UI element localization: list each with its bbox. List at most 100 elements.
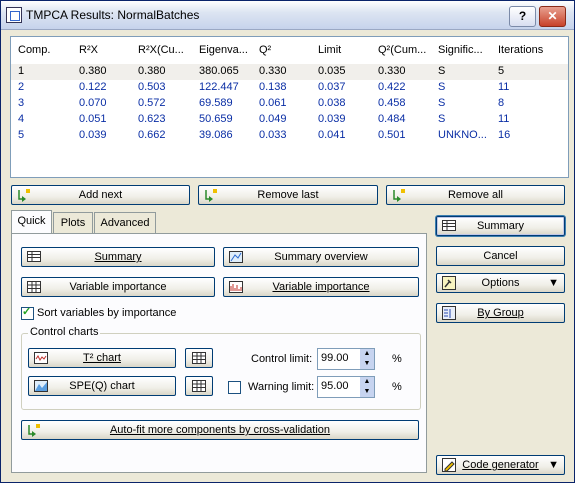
table-row[interactable]: 2 0.122 0.503 122.447 0.138 0.037 0.422 … bbox=[11, 80, 568, 96]
column-header[interactable]: Limit bbox=[318, 44, 341, 56]
table-cell: 0.070 bbox=[79, 97, 107, 109]
table-cell: UNKNO... bbox=[438, 129, 487, 141]
table-cell: 0.138 bbox=[259, 81, 287, 93]
table-cell: 0.380 bbox=[138, 65, 166, 77]
table-cell: 0.049 bbox=[259, 113, 287, 125]
table-cell: 0.503 bbox=[138, 81, 166, 93]
warning-limit-checkbox[interactable] bbox=[228, 381, 241, 394]
table-cell: 0.051 bbox=[79, 113, 107, 125]
add-component-icon bbox=[18, 189, 30, 202]
area-chart-icon bbox=[34, 380, 48, 392]
table-cell: 1 bbox=[18, 65, 25, 77]
table-cell: 0.039 bbox=[318, 113, 346, 125]
table-cell: 0.038 bbox=[318, 97, 346, 109]
spin-up-icon[interactable]: ▲ bbox=[360, 349, 374, 359]
grid-icon bbox=[192, 352, 206, 364]
window-title: TMPCA Results: NormalBatches bbox=[26, 8, 200, 22]
table-icon bbox=[442, 220, 456, 231]
results-window: TMPCA Results: NormalBatches ? ✕ Comp. R… bbox=[0, 0, 575, 483]
table-cell: 0.380 bbox=[79, 65, 107, 77]
table-cell: S bbox=[438, 97, 446, 109]
table-cell: 50.659 bbox=[199, 113, 233, 125]
table-cell: 39.086 bbox=[199, 129, 233, 141]
table-cell: 0.662 bbox=[138, 129, 166, 141]
table-cell: 5 bbox=[498, 65, 505, 77]
group-icon bbox=[442, 306, 456, 320]
table-cell: 0.122 bbox=[79, 81, 107, 93]
column-header[interactable]: Q²(Cum... bbox=[378, 44, 426, 56]
table-cell: 0.330 bbox=[259, 65, 287, 77]
variable-importance-table-button[interactable]: Variable importance bbox=[21, 277, 215, 297]
control-limit-spinner[interactable]: 99.00 ▲ ▼ bbox=[317, 348, 375, 370]
sort-variables-label: Sort variables by importance bbox=[37, 307, 177, 319]
autofit-button[interactable]: Auto-fit more components by cross-valida… bbox=[21, 420, 419, 440]
column-header[interactable]: R²X(Cu... bbox=[138, 44, 184, 56]
by-group-button[interactable]: By Group bbox=[436, 303, 565, 323]
table-row[interactable]: 4 0.051 0.623 50.659 0.049 0.039 0.484 S… bbox=[11, 112, 568, 128]
warning-limit-label: Warning limit: bbox=[248, 381, 315, 393]
table-header: Comp. R²X R²X(Cu... Eigenva... Q² Limit … bbox=[11, 37, 568, 59]
table-icon bbox=[27, 251, 41, 262]
app-icon bbox=[6, 7, 22, 23]
table-cell: S bbox=[438, 81, 446, 93]
spin-down-icon[interactable]: ▼ bbox=[360, 359, 374, 369]
close-button[interactable]: ✕ bbox=[539, 6, 566, 27]
table-cell: 0.501 bbox=[378, 129, 406, 141]
help-button[interactable]: ? bbox=[509, 6, 536, 27]
components-table[interactable]: Comp. R²X R²X(Cu... Eigenva... Q² Limit … bbox=[10, 36, 569, 178]
remove-component-icon bbox=[205, 189, 217, 202]
bar-chart-icon bbox=[229, 281, 243, 293]
table-cell: 3 bbox=[18, 97, 25, 109]
dropdown-arrow-icon: ▼ bbox=[548, 277, 559, 289]
spe-chart-button[interactable]: SPE(Q) chart bbox=[28, 376, 176, 396]
t2-chart-button[interactable]: T² chart bbox=[28, 348, 176, 368]
tab-plots[interactable]: Plots bbox=[53, 212, 93, 233]
column-header[interactable]: R²X bbox=[79, 44, 98, 56]
column-header[interactable]: Comp. bbox=[18, 44, 50, 56]
column-header[interactable]: Iterations bbox=[498, 44, 543, 56]
tab-advanced[interactable]: Advanced bbox=[94, 212, 156, 233]
code-generator-button[interactable]: Code generator ▼ bbox=[436, 455, 565, 475]
table-row[interactable]: 1 0.380 0.380 380.065 0.330 0.035 0.330 … bbox=[11, 64, 568, 80]
summary-overview-button[interactable]: Summary overview bbox=[223, 247, 419, 267]
table-cell: 0.061 bbox=[259, 97, 287, 109]
warning-limit-spinner[interactable]: 95.00 ▲ ▼ bbox=[317, 376, 375, 398]
tab-quick[interactable]: Quick bbox=[11, 210, 52, 233]
side-summary-button[interactable]: Summary bbox=[436, 216, 565, 236]
title-bar: TMPCA Results: NormalBatches ? ✕ bbox=[1, 1, 574, 30]
table-cell: 5 bbox=[18, 129, 25, 141]
spe-table-button[interactable] bbox=[185, 376, 213, 396]
percent-label: % bbox=[392, 353, 402, 365]
table-cell: 0.037 bbox=[318, 81, 346, 93]
table-cell: 2 bbox=[18, 81, 25, 93]
t2-table-button[interactable] bbox=[185, 348, 213, 368]
table-cell: 4 bbox=[18, 113, 25, 125]
control-limit-label: Control limit: bbox=[251, 353, 313, 365]
table-cell: 11 bbox=[498, 81, 510, 93]
table-cell: 0.033 bbox=[259, 129, 287, 141]
table-cell: 16 bbox=[498, 129, 511, 141]
table-cell: 8 bbox=[498, 97, 505, 109]
options-button[interactable]: Options ▼ bbox=[436, 273, 565, 293]
table-row[interactable]: 5 0.039 0.662 39.086 0.033 0.041 0.501 U… bbox=[11, 128, 568, 144]
percent-label: % bbox=[392, 381, 402, 393]
table-row[interactable]: 3 0.070 0.572 69.589 0.061 0.038 0.458 S… bbox=[11, 96, 568, 112]
variable-importance-chart-button[interactable]: Variable importance bbox=[223, 277, 419, 297]
warning-limit-value: 95.00 bbox=[321, 380, 349, 392]
control-charts-group bbox=[21, 333, 421, 410]
remove-last-button[interactable]: Remove last bbox=[198, 185, 378, 205]
add-next-button[interactable]: Add next bbox=[11, 185, 190, 205]
cancel-button[interactable]: Cancel bbox=[436, 246, 565, 266]
remove-all-button[interactable]: Remove all bbox=[386, 185, 565, 205]
table-cell: 0.422 bbox=[378, 81, 406, 93]
spin-up-icon[interactable]: ▲ bbox=[360, 377, 374, 387]
table-cell: 0.458 bbox=[378, 97, 406, 109]
summary-button[interactable]: Summary bbox=[21, 247, 215, 267]
sort-variables-checkbox[interactable] bbox=[21, 305, 34, 320]
column-header[interactable]: Eigenva... bbox=[199, 44, 248, 56]
column-header[interactable]: Signific... bbox=[438, 44, 483, 56]
table-cell: S bbox=[438, 65, 446, 77]
spin-down-icon[interactable]: ▼ bbox=[360, 387, 374, 397]
column-header[interactable]: Q² bbox=[259, 44, 271, 56]
table-cell: 0.623 bbox=[138, 113, 166, 125]
